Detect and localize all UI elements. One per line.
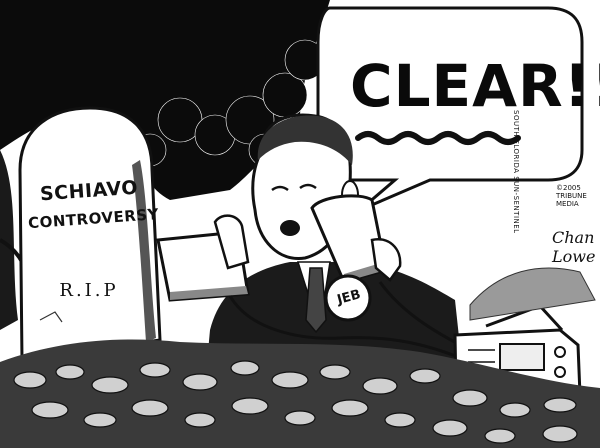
copyright-credit: ©2005 TRIBUNE MEDIA: [556, 184, 587, 208]
man-tie: [305, 267, 327, 334]
tombstone-rip: R.I.P: [59, 280, 119, 301]
publication-credit: SOUTH FLORIDA SUN-SENTINEL: [512, 110, 520, 234]
grass-tuft: [469, 267, 596, 321]
man-mouth: [280, 220, 300, 236]
artist-signature: Chan Lowe: [552, 228, 596, 266]
speech-bubble-text: CLEAR!!: [350, 52, 600, 120]
cartoon-scene: SCHIAVO CONTROVERSY R.I.P CLEAR!! JEB SO…: [0, 0, 600, 448]
